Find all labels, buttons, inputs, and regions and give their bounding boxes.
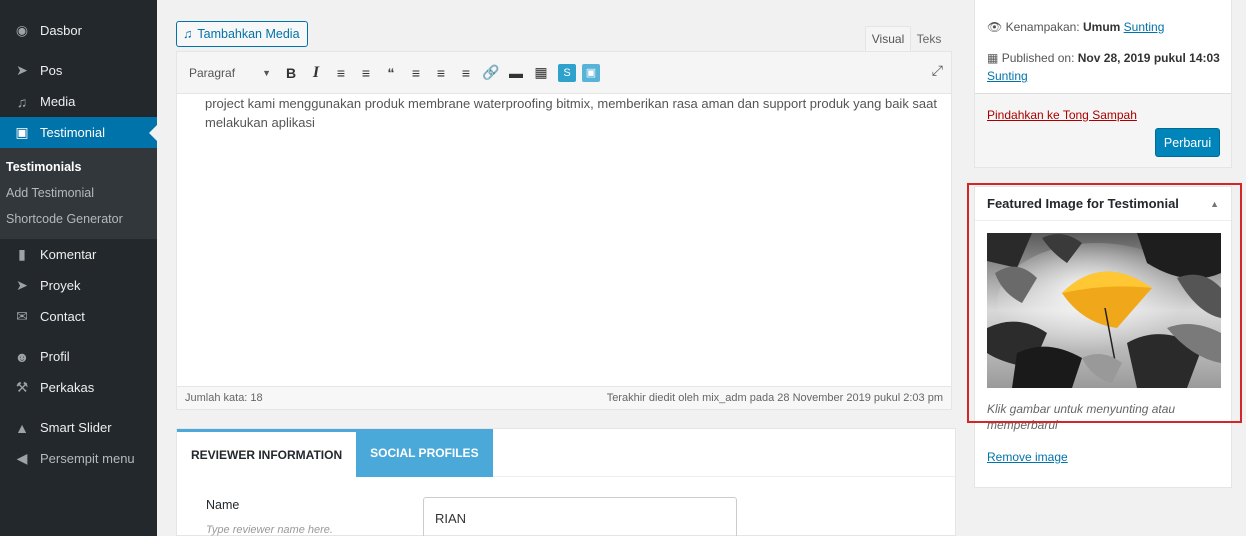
trash-link[interactable]: Pindahkan ke Tong Sampah — [987, 108, 1137, 122]
submenu-testimonials[interactable]: Testimonials — [0, 154, 157, 180]
comment-icon: ▮ — [18, 246, 26, 262]
bold-button[interactable]: B — [280, 62, 302, 84]
format-select-value: Paragraf — [189, 65, 236, 80]
edit-date-link[interactable]: Sunting — [987, 69, 1028, 83]
name-label: Name — [206, 498, 240, 512]
menu-label: Perkakas — [40, 380, 95, 395]
add-media-label: Tambahkan Media — [197, 27, 300, 41]
submenu-add-testimonial[interactable]: Add Testimonial — [0, 180, 157, 206]
menu-label: Komentar — [40, 247, 97, 262]
featured-image-title: Featured Image for Testimonial — [987, 196, 1179, 211]
admin-sidebar: ◉ Dasbor ➤ Pos ♫ Media ▣ Testimonial Testimo… — [0, 0, 157, 536]
visibility-label: Kenampakan: — [1005, 20, 1080, 34]
pin-icon: ➤ — [16, 277, 28, 293]
slider-icon: ▲ — [15, 419, 29, 436]
chevron-down-icon: ▼ — [262, 67, 271, 78]
shortcode-icon[interactable]: S — [558, 63, 576, 82]
dashboard-icon: ◉ — [15, 22, 29, 38]
word-count: Jumlah kata: 18 — [185, 392, 263, 404]
pin-icon: ➤ — [16, 62, 28, 78]
wrench-icon: ⚒ — [15, 379, 29, 395]
calendar-icon: ▦ — [987, 51, 999, 65]
menu-proyek[interactable]: ➤ Proyek — [0, 270, 157, 301]
name-hint: Type reviewer name here. — [206, 524, 333, 536]
menu-label: Pos — [40, 63, 63, 78]
featured-image-box: Featured Image for Testimonial ▲ Klik ga… — [974, 186, 1232, 488]
bullet-list-button[interactable]: ≡ — [330, 62, 352, 84]
umbrellas-image — [987, 233, 1221, 388]
tab-reviewer-information[interactable]: REVIEWER INFORMATION — [177, 429, 357, 477]
blockquote-button[interactable]: “ — [380, 62, 402, 84]
menu-label: Contact — [40, 309, 85, 324]
menu-testimonial[interactable]: ▣ Testimonial — [0, 117, 157, 148]
fullscreen-icon[interactable]: ⤢ — [932, 62, 943, 79]
tab-social-profiles[interactable]: SOCIAL PROFILES — [356, 429, 493, 477]
reviewer-tabs: REVIEWER INFORMATION SOCIAL PROFILES — [177, 429, 955, 477]
featured-image-thumbnail[interactable] — [987, 233, 1221, 388]
menu-label: Testimonial — [40, 125, 106, 140]
menu-profil[interactable]: ☻ Profil — [0, 341, 157, 372]
align-left-button[interactable]: ≡ — [405, 62, 427, 84]
last-edited: Terakhir diedit oleh mix_adm pada 28 Nov… — [606, 392, 943, 404]
update-button[interactable]: Perbarui — [1155, 128, 1220, 157]
reviewer-meta-box: REVIEWER INFORMATION SOCIAL PROFILES Nam… — [176, 428, 956, 536]
italic-button[interactable]: I — [305, 62, 327, 84]
menu-label: Persempit menu — [40, 451, 135, 466]
read-more-button[interactable]: ▬ — [505, 62, 527, 84]
menu-label: Profil — [40, 349, 70, 364]
numbered-list-button[interactable]: ≡ — [355, 62, 377, 84]
remove-image-link[interactable]: Remove image — [987, 450, 1068, 464]
published-row: ▦ Published on: Nov 28, 2019 pukul 14:03… — [987, 49, 1227, 85]
menu-smart-slider[interactable]: ▲ Smart Slider — [0, 412, 157, 443]
published-date: Nov 28, 2019 pukul 14:03 — [1077, 51, 1220, 65]
align-right-button[interactable]: ≡ — [455, 62, 477, 84]
media-icon: ♫ — [16, 93, 28, 110]
menu-komentar[interactable]: ▮ Komentar — [0, 239, 157, 270]
menu-media[interactable]: ♫ Media — [0, 86, 157, 117]
collapse-toggle-icon[interactable]: ▲ — [1210, 199, 1219, 209]
menu-label: Smart Slider — [40, 420, 112, 435]
edit-visibility-link[interactable]: Sunting — [1124, 20, 1165, 34]
content-editor: ♫ Tambahkan Media Visual Teks Paragraf ▼ B… — [176, 17, 956, 410]
visibility-value: Umum — [1082, 20, 1121, 34]
menu-label: Dasbor — [40, 23, 82, 38]
submenu-shortcode-generator[interactable]: Shortcode Generator — [0, 206, 157, 232]
menu-label: Media — [40, 94, 76, 109]
testimonial-icon: ▣ — [15, 124, 29, 140]
link-icon[interactable]: 🔗 — [480, 62, 502, 84]
menu-contact[interactable]: ✉ Contact — [0, 301, 157, 332]
editor-content[interactable]: project kami menggunakan produk membrane… — [176, 94, 952, 386]
publish-actions: Pindahkan ke Tong Sampah Perbarui — [975, 93, 1231, 167]
menu-dasbor[interactable]: ◉ Dasbor — [0, 15, 157, 46]
add-media-button[interactable]: ♫ Tambahkan Media — [176, 21, 308, 47]
tab-text[interactable]: Teks — [913, 26, 945, 51]
editor-statusbar: Jumlah kata: 18 Terakhir diedit oleh mix… — [176, 386, 952, 410]
menu-label: Proyek — [40, 278, 81, 293]
mail-icon: ✉ — [16, 308, 28, 324]
menu-pos[interactable]: ➤ Pos — [0, 55, 157, 86]
featured-image-caption: Klik gambar untuk menyunting atau memper… — [987, 402, 1176, 432]
format-select[interactable]: Paragraf ▼ — [185, 61, 277, 85]
testimonial-submenu: Testimonials Add Testimonial Shortcode G… — [0, 148, 157, 239]
toolbar-toggle-button[interactable]: ▦ — [530, 62, 552, 84]
visibility-row: 👁 Kenampakan: Umum Sunting — [987, 18, 1164, 36]
featured-image-header[interactable]: Featured Image for Testimonial ▲ — [975, 187, 1231, 221]
testimonial-shortcode-icon[interactable]: ▣ — [582, 63, 600, 82]
editor-toolbar: Paragraf ▼ B I ≡ ≡ “ ≡ ≡ ≡ 🔗 ▬ ▦ S ▣ ⤢ — [176, 51, 952, 94]
align-center-button[interactable]: ≡ — [430, 62, 452, 84]
media-icon: ♫ — [183, 27, 193, 41]
publish-box: 👁 Kenampakan: Umum Sunting ▦ Published o… — [974, 0, 1232, 168]
published-label: Published on: — [1001, 51, 1075, 65]
collapse-icon: ◀ — [16, 450, 28, 466]
eye-icon: 👁 — [987, 20, 1003, 34]
menu-perkakas[interactable]: ⚒ Perkakas — [0, 372, 157, 403]
tab-visual[interactable]: Visual — [865, 26, 911, 51]
user-icon: ☻ — [14, 348, 30, 365]
reviewer-name-input[interactable]: RIAN — [423, 497, 737, 536]
menu-collapse[interactable]: ◀ Persempit menu — [0, 443, 157, 474]
